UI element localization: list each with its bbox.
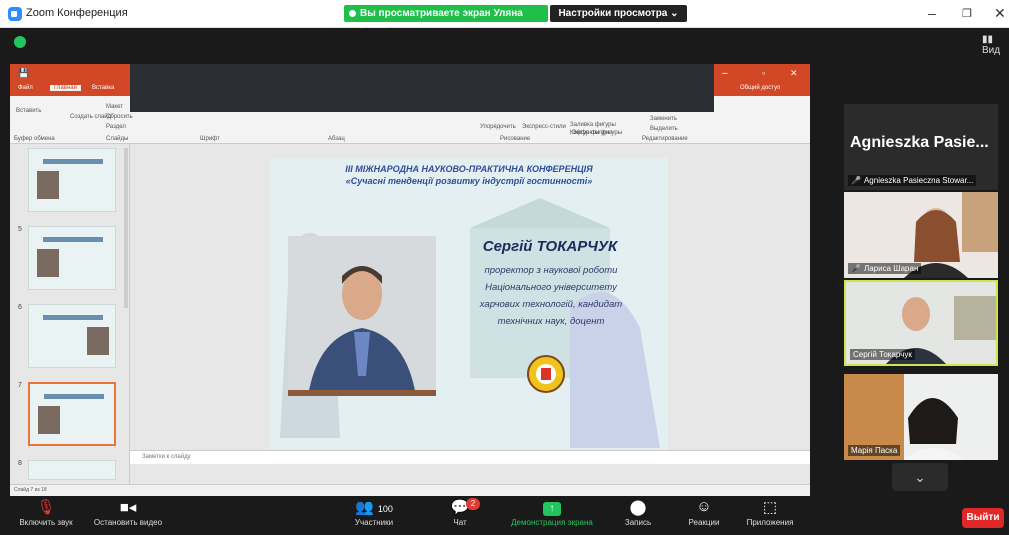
slide-counter: Слайд 7 из 18 [14,487,47,493]
replace-button[interactable]: Заменить [650,116,677,122]
drawing-group-label: Рисование [500,136,531,142]
speaker-description: проректор з наукової роботи Національног… [479,265,623,327]
participant-label: 🎤 Agnieszka Pasieczna Stowar... [848,175,977,186]
ppt-maximize-icon[interactable]: ▫ [762,68,765,78]
chat-button[interactable]: 💬 2 Чат [420,498,500,527]
slides-group-label: Слайды [106,136,129,142]
window-titlebar: Zoom Конференция Вы просматриваете экран… [0,0,1009,36]
meeting-controls: 🎙︎ Включить звук ■◂ Остановить видео 👥 1… [0,496,1009,535]
speaker-portrait [288,236,436,396]
current-slide: ІІІ МІЖНАРОДНА НАУКОВО-ПРАКТИЧНА КОНФЕРЕ… [270,158,668,458]
slide-thumbnails: 5 6 7 8 [10,144,130,484]
muted-mic-icon: 🎤 [851,176,861,185]
video-camera-icon: ■◂ [119,499,137,516]
participant-label: 🎤 Лариса Шаран [848,263,922,274]
slide-thumbnail[interactable] [28,226,116,290]
tab-home[interactable]: Главная [50,85,81,91]
maximize-icon[interactable]: ❐ [962,7,972,20]
speaker-name: Сергій ТОКАРЧУК [482,238,618,255]
shape-outline-button[interactable]: Контур фигуры [570,130,612,136]
participant-label: Марія Паска [848,445,901,456]
chat-icon: 💬 [450,499,470,516]
slide-number: 8 [18,460,22,467]
window-title: Zoom Конференция [26,7,128,19]
clipboard-group-label: Буфер обмена [14,136,55,142]
quick-styles-button[interactable]: Экспресс-стили [522,124,566,130]
slide-conference-subtitle: «Сучасні тенденції розвитку індустрії го… [345,176,593,186]
ppt-workspace: 5 6 7 8 ІІІ МІЖНАРОДНА НАУКОВО-ПРАКТИЧНА… [10,144,810,484]
apps-icon: ⬚ [762,499,778,516]
participant-tile[interactable]: 🎤 Лариса Шаран [844,192,998,278]
paragraph-group-label: Абзац [328,136,345,142]
ppt-minimize-icon[interactable]: – [722,68,728,79]
zoom-logo-icon [8,7,22,21]
slide-thumbnail[interactable] [28,460,116,480]
new-slide-button[interactable]: Создать слайд [70,114,111,120]
muted-mic-icon: 🎤 [851,264,861,273]
participant-tile-active-speaker[interactable]: Сергій Токарчук [844,280,998,366]
muted-mic-icon: 🎙︎ [36,499,56,516]
shared-screen: 💾 – ▫ ✕ Файл Главная Вставка Общий досту… [10,64,810,496]
chat-label: Чат [453,518,467,527]
apps-button[interactable]: ⬚ Приложения [730,498,810,527]
slide-number: 5 [18,226,22,233]
stop-video-label: Остановить видео [93,518,163,527]
unmute-label: Включить звук [19,518,73,527]
apps-label: Приложения [746,518,794,527]
stop-video-button[interactable]: ■◂ Остановить видео [88,498,168,527]
paste-button[interactable]: Вставить [16,108,41,114]
ppt-close-icon[interactable]: ✕ [790,68,798,79]
university-emblem-icon [527,355,565,393]
participant-big-name: Agnieszka Pasie... [850,134,989,151]
editing-group-label: Редактирование [642,136,688,142]
share-status-icon [349,10,356,17]
slide-notes[interactable]: Заметки к слайду [130,450,810,464]
share-access-button[interactable]: Общий доступ [740,85,780,91]
participant-tile[interactable]: Agnieszka Pasie... 🎤 Agnieszka Pasieczna … [844,104,998,190]
close-icon[interactable]: ✕ [994,5,1006,22]
layout-button[interactable]: Макет [106,104,123,110]
participant-tile[interactable]: Марія Паска [844,374,998,460]
arrange-button[interactable]: Упорядочить [480,124,516,130]
tab-file[interactable]: Файл [18,85,33,91]
view-layout-label: Вид [982,45,1001,56]
chevron-down-icon[interactable]: ⌄ [892,463,948,491]
section-button[interactable]: Раздел [106,124,126,130]
view-layout-button[interactable]: ▮▮ Вид [982,34,1009,56]
security-shield-icon[interactable] [14,36,26,48]
screen-share-status: Вы просматриваете экран Уляна Гузар [344,5,548,36]
participants-button[interactable]: 👥 100 Участники [334,498,414,527]
slide-thumbnail[interactable] [28,304,116,368]
chat-badge: 2 [466,498,480,510]
reset-button[interactable]: Сбросить [106,114,133,120]
share-screen-label: Демонстрация экрана [511,518,593,527]
unmute-button[interactable]: 🎙︎ Включить звук [6,498,86,527]
shape-fill-button[interactable]: Заливка фигуры [570,122,616,128]
participants-count: 100 [377,504,393,514]
screen-overlay [130,64,714,112]
participants-icon: 👥 100 [355,499,393,516]
select-button[interactable]: Выделить [650,126,678,132]
view-settings-button[interactable]: Настройки просмотра ⌄ [550,5,687,22]
tab-insert[interactable]: Вставка [92,85,114,91]
slide-thumbnail[interactable] [28,148,116,212]
slide-number: 6 [18,304,22,311]
ppt-statusbar: Слайд 7 из 18 [10,484,810,496]
participant-label: Сергій Токарчук [850,349,915,360]
slide-number: 7 [18,382,22,389]
minimize-icon[interactable]: – [928,5,936,21]
share-screen-button[interactable]: ↑ Демонстрация экрана [500,498,604,527]
slide-thumbnail-selected[interactable] [28,382,116,446]
font-group-label: Шрифт [200,136,220,142]
speaker-photo [288,236,436,396]
thumbnail-scrollbar[interactable] [124,148,128,308]
participants-label: Участники [354,518,394,527]
leave-meeting-button[interactable]: Выйти [962,508,1004,528]
share-screen-icon: ↑ [543,502,561,516]
save-icon[interactable]: 💾 [18,68,29,79]
slide-conference-title: ІІІ МІЖНАРОДНА НАУКОВО-ПРАКТИЧНА КОНФЕРЕ… [345,164,593,174]
